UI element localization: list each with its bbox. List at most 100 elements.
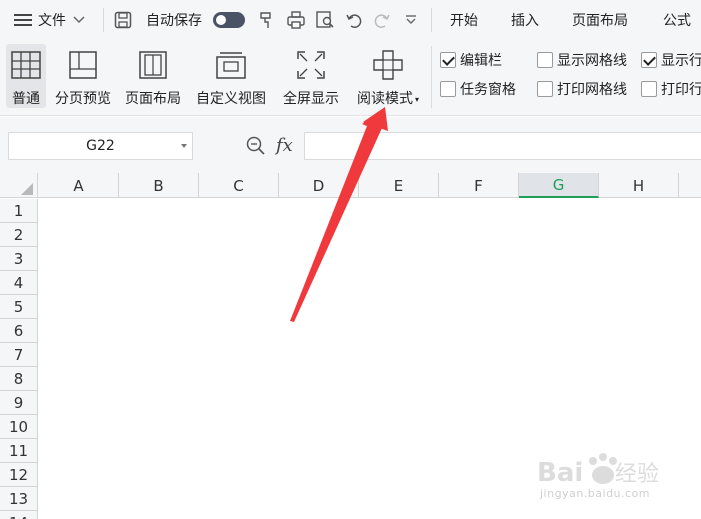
checkbox-label: 显示行 [661,53,701,69]
separator [431,8,432,32]
column-header-b[interactable]: B [119,173,199,198]
print-preview-icon [316,11,334,28]
autosave-toggle[interactable] [213,0,245,40]
tab-formulas[interactable]: 公式 [663,0,691,40]
grid-icon [8,48,44,82]
quick-access-more-button[interactable] [405,0,417,40]
chevron-down-icon [73,16,85,24]
row-header-9[interactable]: 9 [0,391,38,415]
checkbox-label: 打印行 [661,82,701,98]
checkbox-task-pane[interactable]: 任务窗格 [440,78,516,100]
chevron-down-icon [181,144,187,148]
svg-text:经验: 经验 [615,462,659,487]
fullscreen-icon [293,48,329,82]
fullscreen-button[interactable]: 全屏显示 [278,44,344,108]
chevron-down-icon [406,15,416,24]
checkbox-label: 打印网格线 [557,82,627,98]
tab-label: 公式 [663,13,691,29]
page-break-icon [65,48,101,82]
column-header-d[interactable]: D [279,173,359,198]
formula-input[interactable] [304,132,701,160]
autosave-group: 自动保存 [146,0,202,40]
formula-bar: G22 fx [0,117,701,175]
tab-page-layout[interactable]: 页面布局 [572,0,628,40]
checkbox-checked-icon [440,52,456,68]
column-header-c[interactable]: C [199,173,279,198]
column-header-h[interactable]: H [599,173,679,198]
row-header-10[interactable]: 10 [0,415,38,439]
checkbox-label: 显示网格线 [557,53,627,69]
custom-view-icon [213,48,249,82]
checkbox-checked-icon [641,52,657,68]
column-header-row: ABCDEFGH [0,173,701,198]
top-menu-bar: 文件 自动保存 开始 插入 页面布局 公式 [0,0,701,40]
column-header-e[interactable]: E [359,173,439,198]
custom-view-button[interactable]: 自定义视图 [190,44,272,108]
tab-label: 开始 [450,13,478,29]
page-layout-view-button[interactable]: 页面布局 [120,44,186,108]
toggle-switch [213,12,245,28]
checkbox-print-gridlines[interactable]: 打印网格线 [537,78,627,100]
select-all-icon [21,183,33,195]
file-menu-label: 文件 [38,13,66,29]
column-header-a[interactable]: A [39,173,119,198]
format-painter-button[interactable] [257,0,277,40]
watermark-url: jingyan.baidu.com [540,487,651,500]
row-header-13[interactable]: 13 [0,487,38,511]
separator [103,8,104,32]
reading-mode-button[interactable]: 阅读模式 ▾ [350,44,426,108]
row-header-11[interactable]: 11 [0,439,38,463]
fx-icon[interactable]: fx [276,135,293,156]
checkbox-show-gridlines[interactable]: 显示网格线 [537,49,627,71]
view-label: 分页预览 [55,91,111,107]
cell-reference: G22 [86,138,115,154]
row-header-14[interactable]: 14 [0,511,38,519]
checkbox-unchecked-icon [641,81,657,97]
row-header-1[interactable]: 1 [0,199,38,223]
row-header-12[interactable]: 12 [0,463,38,487]
column-header-g[interactable]: G [519,173,599,198]
row-header-7[interactable]: 7 [0,343,38,367]
reading-mode-label: 阅读模式 [356,91,413,107]
view-ribbon: 普通 分页预览 页面布局 自定义视图 全屏显示 阅读模式 ▾ 编辑栏 显示网格线… [0,40,701,116]
print-button[interactable] [286,0,306,40]
printer-icon [287,11,305,29]
view-label: 全屏显示 [283,91,339,107]
tab-label: 页面布局 [572,13,628,29]
row-header-4[interactable]: 4 [0,271,38,295]
name-box[interactable]: G22 [8,132,193,160]
page-layout-icon [135,48,171,82]
reading-mode-icon [370,48,406,82]
print-preview-button[interactable] [315,0,335,40]
normal-view-button[interactable]: 普通 [6,44,46,108]
separator [431,46,432,108]
page-break-preview-button[interactable]: 分页预览 [50,44,116,108]
column-header-f[interactable]: F [439,173,519,198]
checkbox-formula-bar[interactable]: 编辑栏 [440,49,502,71]
view-label: 自定义视图 [196,91,266,107]
select-all-corner[interactable] [0,173,38,198]
undo-button[interactable] [345,0,363,40]
file-menu[interactable]: 文件 [14,0,85,40]
view-label: 页面布局 [125,91,181,107]
zoom-search-icon[interactable] [246,136,266,156]
row-header-2[interactable]: 2 [0,223,38,247]
dropdown-arrow-icon: ▾ [414,94,419,104]
row-header-5[interactable]: 5 [0,295,38,319]
svg-text:Bai: Bai [537,458,583,488]
save-button[interactable] [114,0,132,40]
format-painter-icon [260,12,271,28]
checkbox-print-headers[interactable]: 打印行 [641,78,701,100]
row-header-3[interactable]: 3 [0,247,38,271]
tab-label: 插入 [511,13,539,29]
redo-button[interactable] [373,0,391,40]
autosave-label: 自动保存 [146,13,202,29]
save-icon [114,11,132,29]
checkbox-show-headers[interactable]: 显示行 [641,49,701,71]
tab-home[interactable]: 开始 [450,0,478,40]
checkbox-label: 任务窗格 [460,82,516,98]
row-header-6[interactable]: 6 [0,319,38,343]
row-header-8[interactable]: 8 [0,367,38,391]
tab-insert[interactable]: 插入 [511,0,539,40]
undo-icon [346,14,362,28]
